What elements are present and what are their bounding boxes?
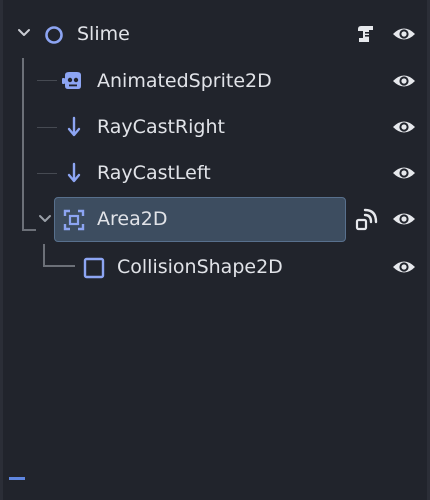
tree-row-animatedsprite2d[interactable]: AnimatedSprite2D: [3, 61, 427, 101]
raycast-arrow-icon: [67, 116, 81, 137]
visibility-eye-icon[interactable]: [391, 209, 417, 229]
raycast-arrow-icon: [67, 162, 81, 183]
tree-row-raycastleft[interactable]: RayCastLeft: [3, 153, 427, 193]
node2d-circle-icon: [45, 26, 63, 44]
signals-icon[interactable]: [354, 207, 380, 233]
node-label-animatedsprite2d: AnimatedSprite2D: [97, 70, 272, 92]
tree-row-area2d[interactable]: Area2D: [3, 199, 427, 239]
animated-sprite-icon: [62, 72, 81, 89]
visibility-eye-icon[interactable]: [391, 257, 417, 277]
visibility-eye-icon[interactable]: [391, 24, 417, 44]
tree-row-raycastright[interactable]: RayCastRight: [3, 107, 427, 147]
visibility-eye-icon[interactable]: [391, 163, 417, 183]
node-label-area2d: Area2D: [97, 208, 168, 230]
scene-tree-panel: Slime AnimatedSprite2D RayCastRight RayC…: [0, 0, 430, 500]
tree-row-slime[interactable]: Slime: [3, 14, 427, 54]
visibility-eye-icon[interactable]: [391, 117, 417, 137]
node-label-raycastright: RayCastRight: [97, 116, 225, 138]
area2d-icon: [63, 209, 85, 231]
tree-row-collisionshape2d[interactable]: CollisionShape2D: [3, 247, 427, 287]
visibility-eye-icon[interactable]: [391, 71, 417, 91]
script-icon[interactable]: [355, 23, 377, 45]
node-label-collisionshape2d: CollisionShape2D: [117, 256, 283, 278]
scroll-position-marker: [9, 477, 25, 480]
node-label-raycastleft: RayCastLeft: [97, 162, 211, 184]
chevron-down-icon[interactable]: [38, 214, 52, 224]
collision-shape-icon: [83, 257, 105, 279]
node-label-slime: Slime: [77, 23, 130, 45]
chevron-down-icon[interactable]: [17, 28, 31, 38]
